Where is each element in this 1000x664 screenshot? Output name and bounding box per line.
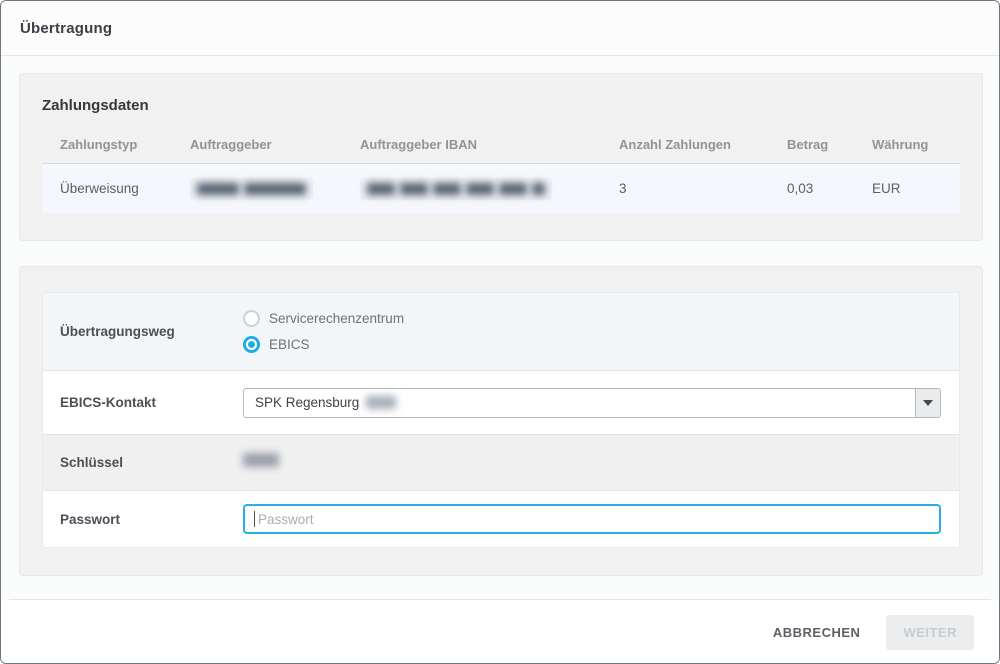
redacted-word <box>466 183 494 195</box>
row-ebics-kontakt: EBICS-Kontakt SPK Regensburg <box>43 371 959 435</box>
col-header-betrag: Betrag <box>787 137 872 152</box>
dialog-titlebar: Übertragung <box>1 1 999 56</box>
redacted-word <box>244 183 306 195</box>
cell-zahlungstyp: Überweisung <box>60 181 190 196</box>
redacted-name-band <box>190 178 313 200</box>
row-passwort: Passwort <box>43 491 959 547</box>
payment-table: Zahlungstyp Auftraggeber Auftraggeber IB… <box>42 126 960 213</box>
radio-label: EBICS <box>269 337 310 352</box>
passwort-input[interactable] <box>243 504 941 534</box>
schluessel-label: Schlüssel <box>43 455 243 470</box>
redacted-word <box>532 183 545 195</box>
cell-betrag: 0,03 <box>787 181 872 196</box>
passwort-label: Passwort <box>43 512 243 527</box>
redacted-word <box>197 183 239 195</box>
row-uebertragungsweg: Übertragungsweg Servicerechenzentrum EBI… <box>43 293 959 371</box>
radio-selected-icon[interactable] <box>243 336 260 353</box>
col-header-waehrung: Währung <box>872 137 960 152</box>
payment-table-header: Zahlungstyp Auftraggeber Auftraggeber IB… <box>42 126 960 164</box>
col-header-zahlungstyp: Zahlungstyp <box>60 137 190 152</box>
cell-auftraggeber-redacted <box>190 178 360 200</box>
uebertragungsweg-label: Übertragungsweg <box>43 324 243 339</box>
next-button[interactable]: WEITER <box>886 615 974 650</box>
col-header-auftraggeber-iban: Auftraggeber IBAN <box>360 137 619 152</box>
payment-section-heading: Zahlungsdaten <box>42 74 960 114</box>
cell-waehrung: EUR <box>872 181 960 196</box>
text-caret <box>254 511 255 527</box>
cell-anzahl-zahlungen: 3 <box>619 181 787 196</box>
redacted-word <box>400 183 428 195</box>
radio-label: Servicerechenzentrum <box>269 311 404 326</box>
payment-table-row: Überweisung <box>42 164 960 213</box>
chevron-down-icon[interactable] <box>915 389 940 417</box>
redacted-word <box>367 183 395 195</box>
radio-option-servicerechenzentrum[interactable]: Servicerechenzentrum <box>243 310 941 327</box>
ebics-kontakt-selected-value: SPK Regensburg <box>255 395 359 410</box>
transfer-form-card: Übertragungsweg Servicerechenzentrum EBI… <box>42 292 960 548</box>
redacted-word <box>366 396 396 409</box>
col-header-anzahl-zahlungen: Anzahl Zahlungen <box>619 137 787 152</box>
ebics-kontakt-dropdown[interactable]: SPK Regensburg <box>243 388 941 418</box>
col-header-auftraggeber: Auftraggeber <box>190 137 360 152</box>
redacted-word <box>433 183 461 195</box>
footer: ABBRECHEN WEITER <box>1 600 999 664</box>
radio-option-ebics[interactable]: EBICS <box>243 336 941 353</box>
transfer-dialog: Übertragung Zahlungsdaten Zahlungstyp Au… <box>0 0 1000 664</box>
redacted-iban-band <box>360 178 552 200</box>
payment-data-panel: Zahlungsdaten Zahlungstyp Auftraggeber A… <box>19 73 983 241</box>
transfer-settings-panel: Übertragungsweg Servicerechenzentrum EBI… <box>19 266 983 576</box>
radio-unselected-icon[interactable] <box>243 310 260 327</box>
cell-auftraggeber-iban-redacted <box>360 178 619 200</box>
row-schluessel: Schlüssel <box>43 435 959 491</box>
cancel-button[interactable]: ABBRECHEN <box>759 615 875 650</box>
redacted-word <box>499 183 527 195</box>
ebics-kontakt-label: EBICS-Kontakt <box>43 395 243 410</box>
redacted-schluessel-value <box>243 453 279 467</box>
dialog-title: Übertragung <box>20 20 112 37</box>
uebertragungsweg-radio-group: Servicerechenzentrum EBICS <box>243 310 941 353</box>
